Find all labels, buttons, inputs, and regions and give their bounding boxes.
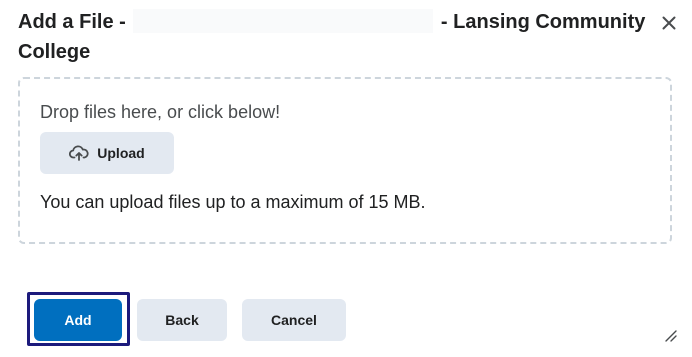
dialog-title-suffix: - Lansing Community: [440, 11, 646, 33]
dialog-title: Add a File - - Lansing Community: [18, 9, 645, 35]
dialog-title-prefix: Add a File -: [18, 11, 126, 33]
upload-limit-text: You can upload files up to a maximum of …: [40, 192, 426, 212]
close-button[interactable]: [656, 10, 682, 36]
upload-button[interactable]: Upload: [40, 132, 174, 174]
back-button[interactable]: Back: [137, 299, 227, 341]
add-button[interactable]: Add: [34, 299, 122, 341]
close-icon: [662, 16, 676, 30]
cancel-button[interactable]: Cancel: [242, 299, 346, 341]
dropzone-prompt: Drop files here, or click below!: [40, 102, 281, 122]
redacted-course-name: [133, 9, 434, 33]
resize-handle-icon[interactable]: [664, 329, 678, 343]
add-file-dialog: Add a File - - Lansing Community College…: [0, 0, 692, 357]
cloud-upload-icon: [69, 145, 89, 161]
dialog-title-line2: College: [18, 41, 91, 63]
upload-button-label: Upload: [97, 145, 145, 161]
